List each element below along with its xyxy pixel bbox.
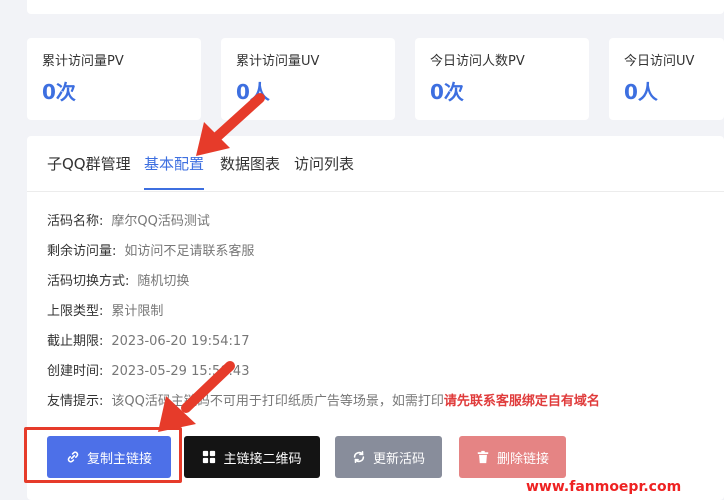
detail-row-remaining: 剩余访问量: 如访问不足请联系客服: [47, 243, 254, 261]
detail-value: 累计限制: [111, 304, 164, 319]
refresh-code-label: 更新活码: [372, 451, 425, 467]
delete-link-label: 删除链接: [496, 451, 549, 467]
detail-row-deadline: 截止期限: 2023-06-20 19:54:17: [47, 333, 249, 351]
detail-label: 剩余访问量:: [47, 244, 117, 259]
refresh-icon: [353, 450, 365, 464]
qrcode-icon: [203, 450, 216, 464]
stat-label: 累计访问量UV: [236, 54, 320, 69]
detail-value: 2023-06-20 19:54:17: [111, 334, 250, 349]
refresh-code-button[interactable]: 更新活码: [335, 436, 442, 478]
tip-highlight: 请先联系客服绑定自有域名: [443, 394, 600, 409]
tab-visit-list[interactable]: 访问列表: [294, 154, 354, 174]
stat-label: 今日访问UV: [624, 54, 695, 69]
trash-icon: [477, 450, 489, 464]
main-link-qrcode-label: 主链接二维码: [223, 451, 302, 467]
detail-value: 如访问不足请联系客服: [124, 244, 255, 259]
detail-value: 摩尔QQ活码测试: [111, 214, 210, 229]
stat-value: 0次: [430, 80, 464, 104]
annotation-arrow-tab: [196, 93, 265, 156]
detail-row-limit-type: 上限类型: 累计限制: [47, 303, 163, 321]
active-tab-indicator: [144, 188, 204, 190]
detail-row-switch-mode: 活码切换方式: 随机切换: [47, 273, 189, 291]
stat-card-today-pv: 今日访问人数PV 0次: [415, 38, 589, 120]
stat-value: 0人: [624, 80, 658, 104]
detail-label: 截止期限:: [47, 334, 104, 349]
detail-value: 随机切换: [137, 274, 190, 289]
detail-label: 活码切换方式:: [47, 274, 130, 289]
detail-row-name: 活码名称: 摩尔QQ活码测试: [47, 213, 210, 231]
stat-card-total-pv: 累计访问量PV 0次: [27, 38, 201, 120]
stat-label: 累计访问量PV: [42, 54, 124, 69]
main-link-qrcode-button[interactable]: 主链接二维码: [184, 436, 320, 478]
detail-row-tip: 友情提示: 该QQ活码主链码不可用于打印纸质广告等场景，如需打印请先联系客服绑定自…: [47, 393, 600, 411]
tab-qq-groups[interactable]: 子QQ群管理: [47, 154, 131, 174]
stat-value: 0次: [42, 80, 76, 104]
detail-label: 友情提示:: [47, 394, 104, 409]
tab-divider: [27, 191, 724, 192]
annotation-arrow-button: [158, 361, 235, 432]
detail-label: 活码名称:: [47, 214, 104, 229]
top-card: [27, 0, 724, 14]
stat-card-today-uv: 今日访问UV 0人: [609, 38, 724, 120]
stat-label: 今日访问人数PV: [430, 54, 525, 69]
watermark: www.fanmoepr.com: [522, 478, 686, 496]
delete-link-button[interactable]: 删除链接: [459, 436, 566, 478]
detail-label: 上限类型:: [47, 304, 104, 319]
detail-label: 创建时间:: [47, 364, 104, 379]
